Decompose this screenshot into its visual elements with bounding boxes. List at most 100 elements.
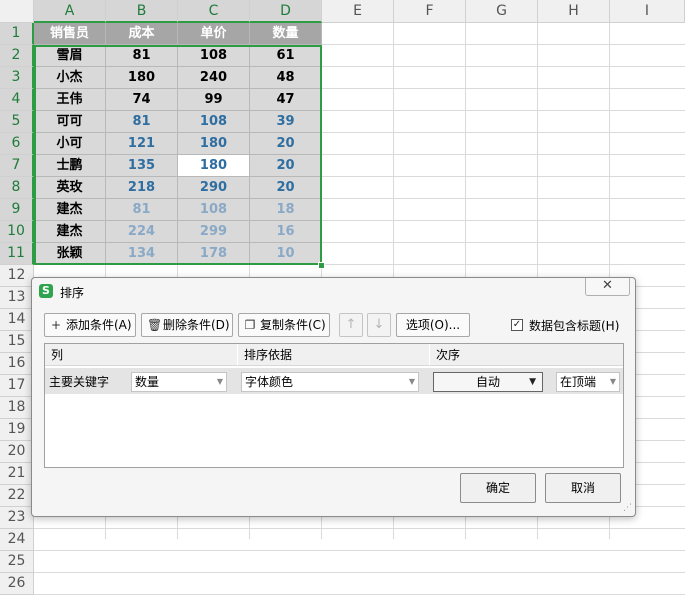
- data-cell[interactable]: 290: [178, 177, 250, 199]
- row-header[interactable]: 2: [0, 45, 34, 67]
- data-cell[interactable]: 108: [178, 45, 250, 67]
- salesperson-cell[interactable]: 英玫: [34, 177, 106, 199]
- data-cell[interactable]: 99: [178, 89, 250, 111]
- data-cell[interactable]: 20: [250, 177, 322, 199]
- salesperson-cell[interactable]: 王伟: [34, 89, 106, 111]
- row-header[interactable]: 11: [0, 243, 34, 265]
- position-select[interactable]: 在顶端 ▼: [556, 372, 620, 392]
- row-header[interactable]: 14: [0, 309, 34, 331]
- resize-grip-icon[interactable]: ⋰: [623, 503, 632, 513]
- row-header[interactable]: 6: [0, 133, 34, 155]
- row-header[interactable]: 23: [0, 507, 34, 529]
- row-header[interactable]: 21: [0, 463, 34, 485]
- row-header[interactable]: 12: [0, 265, 34, 287]
- dialog-titlebar[interactable]: S 排序 ✕: [32, 278, 635, 306]
- move-down-button[interactable]: ↓: [367, 313, 391, 337]
- table-header-cell[interactable]: 成本: [106, 23, 178, 45]
- grid-line: [34, 550, 685, 551]
- row-header[interactable]: 24: [0, 529, 34, 551]
- row-header[interactable]: 22: [0, 485, 34, 507]
- salesperson-cell[interactable]: 士鹏: [34, 155, 106, 177]
- row-header[interactable]: 17: [0, 375, 34, 397]
- data-cell[interactable]: 108: [178, 111, 250, 133]
- data-cell[interactable]: 20: [250, 155, 322, 177]
- table-header-cell[interactable]: 单价: [178, 23, 250, 45]
- column-header-i[interactable]: I: [610, 0, 685, 23]
- row-header[interactable]: 5: [0, 111, 34, 133]
- row-header[interactable]: 15: [0, 331, 34, 353]
- data-cell[interactable]: 61: [250, 45, 322, 67]
- sort-on-select[interactable]: 字体颜色 ▼: [241, 372, 419, 392]
- column-header-e[interactable]: E: [322, 0, 394, 23]
- data-cell[interactable]: 81: [106, 45, 178, 67]
- row-header[interactable]: 4: [0, 89, 34, 111]
- row-header[interactable]: 10: [0, 221, 34, 243]
- data-cell[interactable]: 74: [106, 89, 178, 111]
- data-cell[interactable]: 39: [250, 111, 322, 133]
- data-cell[interactable]: 218: [106, 177, 178, 199]
- salesperson-cell[interactable]: 张颖: [34, 243, 106, 265]
- ok-button[interactable]: 确定: [460, 473, 536, 503]
- data-cell[interactable]: 18: [250, 199, 322, 221]
- data-cell[interactable]: 48: [250, 67, 322, 89]
- data-cell[interactable]: 108: [178, 199, 250, 221]
- salesperson-cell[interactable]: 雪眉: [34, 45, 106, 67]
- has-header-checkbox[interactable]: ✓: [511, 319, 523, 331]
- data-cell[interactable]: 240: [178, 67, 250, 89]
- data-cell[interactable]: 10: [250, 243, 322, 265]
- data-cell[interactable]: 180: [106, 67, 178, 89]
- data-cell[interactable]: 180: [178, 155, 250, 177]
- column-header-f[interactable]: F: [394, 0, 466, 23]
- salesperson-cell[interactable]: 建杰: [34, 221, 106, 243]
- data-cell[interactable]: 178: [178, 243, 250, 265]
- column-select[interactable]: 数量 ▼: [131, 372, 227, 392]
- column-header-g[interactable]: G: [466, 0, 538, 23]
- add-condition-button[interactable]: + 添加条件(A): [44, 313, 136, 337]
- data-cell[interactable]: 135: [106, 155, 178, 177]
- row-header[interactable]: 19: [0, 419, 34, 441]
- data-cell[interactable]: 299: [178, 221, 250, 243]
- row-header[interactable]: 1: [0, 23, 34, 45]
- data-cell[interactable]: 81: [106, 199, 178, 221]
- column-header-a[interactable]: A: [34, 0, 106, 23]
- table-header-cell[interactable]: 数量: [250, 23, 322, 45]
- row-header[interactable]: 26: [0, 573, 34, 595]
- data-cell[interactable]: 180: [178, 133, 250, 155]
- data-cell[interactable]: 16: [250, 221, 322, 243]
- column-header-d[interactable]: D: [250, 0, 322, 23]
- salesperson-cell[interactable]: 小可: [34, 133, 106, 155]
- salesperson-cell[interactable]: 可可: [34, 111, 106, 133]
- row-header[interactable]: 9: [0, 199, 34, 221]
- data-cell[interactable]: 81: [106, 111, 178, 133]
- options-button[interactable]: 选项(O)...: [396, 313, 470, 337]
- copy-condition-button[interactable]: ❐ 复制条件(C): [238, 313, 330, 337]
- row-header[interactable]: 8: [0, 177, 34, 199]
- grid-line: [34, 528, 685, 529]
- row-header[interactable]: 25: [0, 551, 34, 573]
- move-up-button[interactable]: ↑: [339, 313, 363, 337]
- data-cell[interactable]: 134: [106, 243, 178, 265]
- row-header[interactable]: 3: [0, 67, 34, 89]
- data-cell[interactable]: 224: [106, 221, 178, 243]
- row-header[interactable]: 7: [0, 155, 34, 177]
- list-header-column: 列: [45, 344, 237, 366]
- data-cell[interactable]: 20: [250, 133, 322, 155]
- row-header[interactable]: 13: [0, 287, 34, 309]
- cancel-button[interactable]: 取消: [545, 473, 621, 503]
- data-cell[interactable]: 121: [106, 133, 178, 155]
- row-header[interactable]: 18: [0, 397, 34, 419]
- salesperson-cell[interactable]: 建杰: [34, 199, 106, 221]
- row-header[interactable]: 16: [0, 353, 34, 375]
- column-header-b[interactable]: B: [106, 0, 178, 23]
- table-header-cell[interactable]: 销售员: [34, 23, 106, 45]
- select-all-corner[interactable]: [0, 0, 34, 23]
- salesperson-cell[interactable]: 小杰: [34, 67, 106, 89]
- column-header-h[interactable]: H: [538, 0, 610, 23]
- delete-condition-button[interactable]: 🗑删除条件(D): [141, 313, 233, 337]
- data-cell[interactable]: 47: [250, 89, 322, 111]
- column-header-c[interactable]: C: [178, 0, 250, 23]
- row-header[interactable]: 20: [0, 441, 34, 463]
- close-button[interactable]: ✕: [585, 278, 630, 296]
- fill-handle[interactable]: [318, 262, 325, 269]
- order-select[interactable]: 自动 ▼: [433, 372, 543, 392]
